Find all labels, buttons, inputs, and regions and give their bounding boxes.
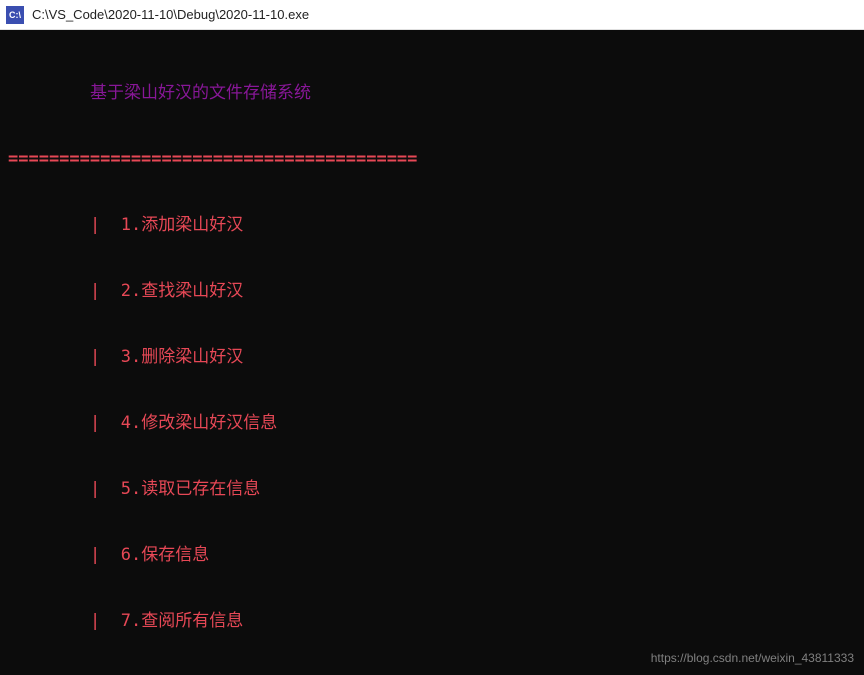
- menu-item-3: | 3.删除梁山好汉: [90, 346, 860, 368]
- menu-item-5: | 5.读取已存在信息: [90, 478, 860, 500]
- menu-item-6: | 6.保存信息: [90, 544, 860, 566]
- divider-top: ========================================: [8, 148, 860, 170]
- watermark-text: https://blog.csdn.net/weixin_43811333: [651, 647, 854, 669]
- console-heading: 基于梁山好汉的文件存储系统: [90, 82, 860, 104]
- window-titlebar[interactable]: C:\ C:\VS_Code\2020-11-10\Debug\2020-11-…: [0, 0, 864, 30]
- menu-item-4: | 4.修改梁山好汉信息: [90, 412, 860, 434]
- menu-item-1: | 1.添加梁山好汉: [90, 214, 860, 236]
- menu-item-2: | 2.查找梁山好汉: [90, 280, 860, 302]
- console-window: C:\ C:\VS_Code\2020-11-10\Debug\2020-11-…: [0, 0, 864, 675]
- menu-item-7: | 7.查阅所有信息: [90, 610, 860, 632]
- console-area[interactable]: 基于梁山好汉的文件存储系统 ==========================…: [0, 30, 864, 675]
- window-title: C:\VS_Code\2020-11-10\Debug\2020-11-10.e…: [32, 7, 309, 22]
- app-icon: C:\: [6, 6, 24, 24]
